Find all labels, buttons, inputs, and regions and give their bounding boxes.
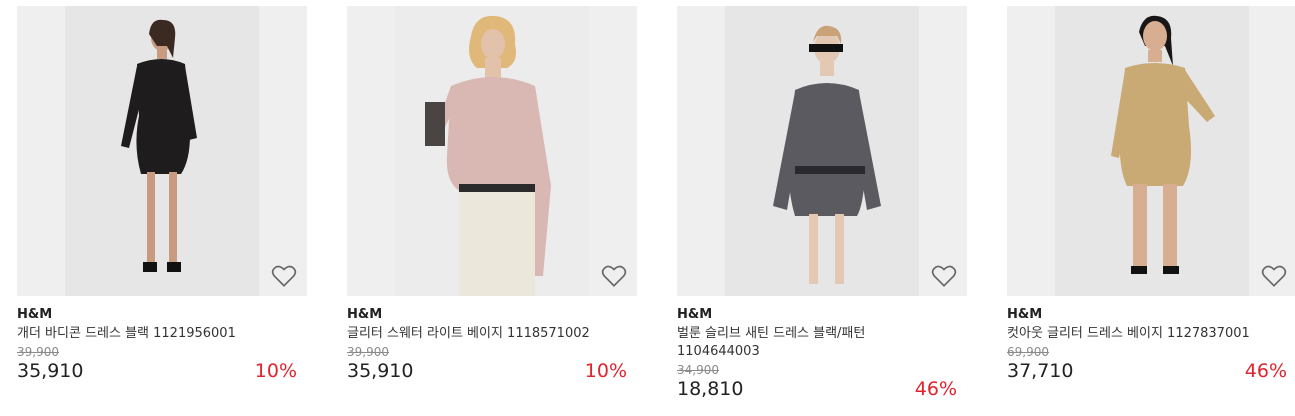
- sale-price: 18,810: [677, 378, 744, 400]
- sale-price: 35,910: [347, 360, 414, 382]
- brand-name: H&M: [17, 307, 53, 322]
- original-price: 39,900: [17, 345, 59, 359]
- original-price: 69,900: [1007, 345, 1049, 359]
- model-photo: [425, 15, 551, 296]
- price-row: 35,910 10%: [17, 359, 307, 383]
- discount-rate: 46%: [914, 378, 957, 400]
- product-name[interactable]: 개더 바디콘 드레스 블랙 1121956001: [17, 325, 267, 343]
- heart-outline-icon[interactable]: [1261, 264, 1287, 288]
- price-row: 35,910 10%: [347, 359, 637, 383]
- brand-name: H&M: [347, 307, 383, 322]
- product-image[interactable]: [17, 6, 307, 296]
- product-card[interactable]: H&M 개더 바디콘 드레스 블랙 1121956001 39,900 35,9…: [17, 6, 307, 383]
- product-name[interactable]: 컷아웃 글리터 드레스 베이지 1127837001: [1007, 325, 1257, 343]
- brand-name: H&M: [677, 307, 713, 322]
- sale-price: 37,710: [1007, 360, 1074, 382]
- sale-price: 35,910: [17, 360, 84, 382]
- product-image[interactable]: [1007, 6, 1295, 296]
- product-card[interactable]: H&M 벌룬 슬리브 새틴 드레스 블랙/패턴 1104644003 34,90…: [677, 6, 967, 401]
- price-row: 37,710 46%: [1007, 359, 1295, 383]
- original-price: 34,900: [677, 363, 719, 377]
- product-image[interactable]: [677, 6, 967, 296]
- heart-outline-icon[interactable]: [601, 264, 627, 288]
- discount-rate: 10%: [584, 360, 627, 382]
- model-photo: [773, 25, 881, 284]
- original-price: 39,900: [347, 345, 389, 359]
- product-grid: H&M 개더 바디콘 드레스 블랙 1121956001 39,900 35,9…: [0, 0, 1295, 416]
- heart-outline-icon[interactable]: [931, 264, 957, 288]
- model-photo: [1111, 15, 1215, 274]
- product-card[interactable]: H&M 컷아웃 글리터 드레스 베이지 1127837001 69,900 37…: [1007, 6, 1295, 383]
- heart-outline-icon[interactable]: [271, 264, 297, 288]
- product-image[interactable]: [347, 6, 637, 296]
- product-card[interactable]: H&M 글리터 스웨터 라이트 베이지 1118571002 39,900 35…: [347, 6, 637, 383]
- model-photo: [121, 19, 197, 272]
- product-name[interactable]: 벌룬 슬리브 새틴 드레스 블랙/패턴 1104644003: [677, 325, 927, 361]
- price-row: 18,810 46%: [677, 377, 967, 401]
- product-name[interactable]: 글리터 스웨터 라이트 베이지 1118571002: [347, 325, 597, 343]
- discount-rate: 10%: [254, 360, 297, 382]
- brand-name: H&M: [1007, 307, 1043, 322]
- discount-rate: 46%: [1244, 360, 1287, 382]
